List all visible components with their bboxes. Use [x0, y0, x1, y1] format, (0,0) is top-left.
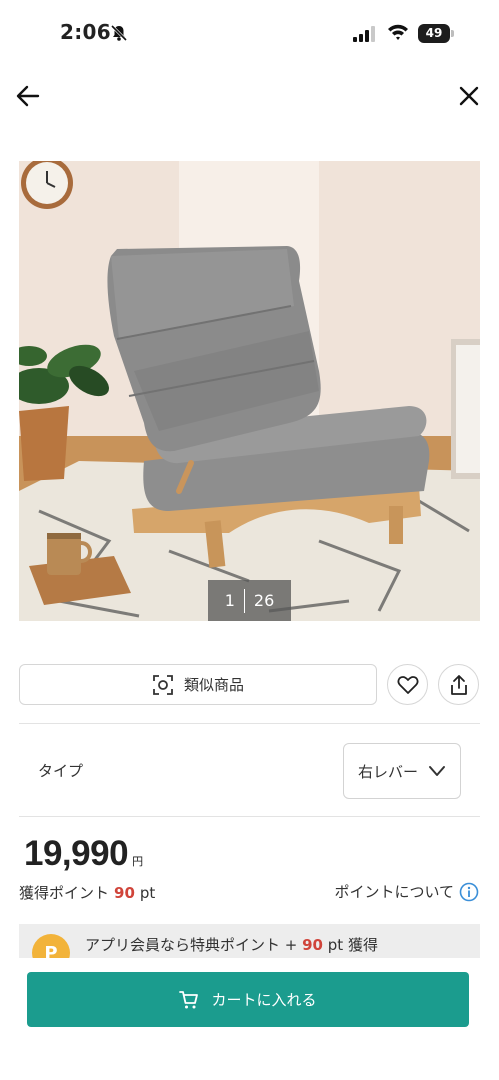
heart-icon	[397, 675, 418, 694]
price-unit: 円	[132, 855, 144, 868]
product-image[interactable]	[19, 161, 480, 621]
bottom-bar: カートに入れる	[0, 958, 499, 1080]
arrow-left-icon[interactable]	[14, 82, 42, 110]
status-bar: 2:06 49	[0, 0, 499, 68]
app-member-points: 90	[302, 936, 323, 954]
image-counter-current: 1	[224, 591, 235, 610]
image-counter-divider	[243, 588, 245, 613]
image-counter: 1 26	[208, 580, 291, 621]
earned-points: 獲得ポイント 90 pt	[19, 882, 155, 903]
type-select-value: 右レバー	[358, 762, 419, 781]
wifi-icon	[388, 24, 408, 40]
camera-scan-icon	[153, 674, 173, 695]
favorite-button[interactable]	[387, 664, 428, 705]
chevron-down-icon	[429, 766, 445, 776]
battery-tip	[451, 30, 454, 37]
earned-points-value: 90	[114, 884, 135, 902]
info-icon	[459, 882, 479, 901]
close-icon[interactable]	[457, 84, 481, 108]
points-about-link[interactable]: ポイントについて	[334, 881, 479, 902]
image-counter-total: 26	[253, 591, 275, 610]
price: 19,990 円	[24, 834, 143, 874]
points-about-label: ポイントについて	[334, 883, 454, 901]
divider	[19, 816, 480, 817]
type-select[interactable]: 右レバー	[343, 743, 461, 799]
earned-points-label: 獲得ポイント	[19, 884, 110, 902]
product-photo	[19, 161, 480, 621]
add-to-cart-label: カートに入れる	[211, 991, 317, 1009]
app-member-text-after: pt 獲得	[327, 936, 378, 954]
similar-products-button[interactable]: 類似商品	[19, 664, 377, 705]
app-member-text: アプリ会員なら特典ポイント + 90 pt 獲得	[85, 934, 378, 955]
option-label: タイプ	[38, 762, 84, 780]
earned-points-unit: pt	[139, 884, 156, 902]
status-time: 2:06	[60, 20, 111, 44]
app-member-text-before: アプリ会員なら特典ポイント +	[85, 936, 298, 954]
bell-slash-icon	[110, 24, 128, 42]
signal-icon	[353, 26, 375, 42]
add-to-cart-button[interactable]: カートに入れる	[27, 972, 469, 1027]
similar-products-label: 類似商品	[183, 676, 244, 694]
cart-icon	[179, 990, 199, 1008]
battery-icon: 49	[418, 24, 454, 43]
battery-level: 49	[418, 24, 450, 43]
share-button[interactable]	[438, 664, 479, 705]
share-icon	[450, 674, 467, 695]
divider	[19, 723, 480, 724]
price-value: 19,990	[24, 834, 129, 873]
